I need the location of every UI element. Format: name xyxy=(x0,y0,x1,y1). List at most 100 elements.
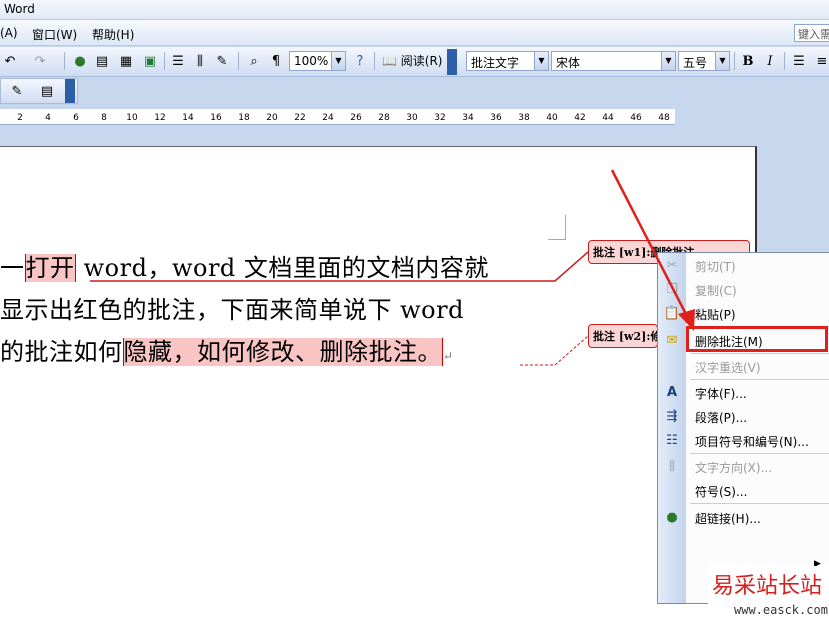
ruler-tick: 28 xyxy=(378,113,390,123)
ruler-tick: 22 xyxy=(294,113,306,123)
align-justify-icon[interactable]: ≡ xyxy=(812,51,829,71)
font-icon: A xyxy=(666,384,678,400)
ruler-tick: 48 xyxy=(658,113,670,123)
menu-item-label: 文字方向(X)... xyxy=(695,461,773,475)
menu-item-cut[interactable]: ✂ 剪切(T) xyxy=(658,253,829,277)
hyperlink-icon[interactable]: ● xyxy=(70,51,90,71)
menu-item-symbol[interactable]: 符号(S)... xyxy=(658,478,829,502)
ruler-tick: 16 xyxy=(210,113,222,123)
style-value: 批注文字 xyxy=(471,56,520,70)
menu-item-paste[interactable]: 📋 粘贴(P) xyxy=(658,301,829,325)
document-map-icon[interactable]: ✎ xyxy=(212,51,232,71)
reading-icon[interactable]: ⌕ xyxy=(244,51,264,71)
ruler-tick: 44 xyxy=(602,113,614,123)
ruler-tick: 36 xyxy=(490,113,502,123)
menu-item-bullets-numbering[interactable]: ☷ 项目符号和编号(N)... xyxy=(658,428,829,452)
style-select[interactable]: 批注文字 ▼ xyxy=(466,51,549,71)
line3-prefix: 的批注如何 xyxy=(0,338,123,366)
help-icon[interactable]: ? xyxy=(350,51,370,71)
track-changes-icon[interactable]: ✎ xyxy=(7,81,27,101)
chevron-down-icon[interactable]: ▼ xyxy=(331,52,345,70)
tables-borders-icon[interactable]: ▤ xyxy=(92,51,112,71)
text-direction-icon: ⫼ xyxy=(669,458,675,474)
redo-icon[interactable]: ↷ xyxy=(30,51,50,71)
paragraph-mark-icon: ↵ xyxy=(443,349,454,363)
chevron-down-icon[interactable]: ▼ xyxy=(661,52,675,70)
menu-item-label: 超链接(H)... xyxy=(695,512,761,526)
drawing-icon[interactable]: ⫼ xyxy=(190,51,210,71)
ruler-tick: 26 xyxy=(350,113,362,123)
context-menu: ✂ 剪切(T) ❐ 复制(C) 📋 粘贴(P) ✉ 删除批注(M) 汉字重选(V… xyxy=(657,252,829,604)
menu-item-font[interactable]: A 字体(F)... xyxy=(658,380,829,404)
document-line-1[interactable]: 一打开 word，word 文档里面的文档内容就 xyxy=(0,248,489,283)
insert-excel-icon[interactable]: ▣ xyxy=(140,51,160,71)
menu-separator xyxy=(690,503,829,504)
ruler-tick: 34 xyxy=(462,113,474,123)
comment-balloon-2[interactable]: 批注 [w2]:修改 xyxy=(588,324,658,348)
menu-a[interactable]: (A) xyxy=(0,26,18,40)
delete-comment-icon: ✉ xyxy=(666,332,678,348)
menu-help[interactable]: 帮助(H) xyxy=(92,26,134,43)
toolbar-separator xyxy=(734,52,735,70)
title-bar: Word xyxy=(0,0,829,20)
ruler-tick: 30 xyxy=(406,113,418,123)
window-title: Word xyxy=(4,2,35,16)
help-search-input[interactable]: 键入需 xyxy=(794,24,829,42)
insert-table-icon[interactable]: ▦ xyxy=(116,51,136,71)
ruler-tick: 40 xyxy=(546,113,558,123)
ruler-tick: 42 xyxy=(574,113,586,123)
watermark-logo: 易采站长站 www.easck.com xyxy=(708,566,829,626)
ruler-tick: 38 xyxy=(518,113,530,123)
ruler-tick: 4 xyxy=(45,113,51,123)
ruler-tick: 18 xyxy=(238,113,250,123)
menu-item-paragraph[interactable]: ⇶ 段落(P)... xyxy=(658,404,829,428)
toolbar-separator xyxy=(374,52,375,70)
ruler-tick: 14 xyxy=(182,113,194,123)
menu-item-label: 汉字重选(V) xyxy=(695,361,761,375)
menu-item-hyperlink[interactable]: ● 超链接(H)... xyxy=(658,505,829,529)
comment-1-label: 批注 [w1]: xyxy=(593,246,651,259)
toolbar-options-grip[interactable] xyxy=(447,49,457,75)
ruler-tick: 46 xyxy=(630,113,642,123)
document-page[interactable] xyxy=(0,146,757,626)
font-value: 宋体 xyxy=(556,56,581,70)
zoom-select[interactable]: 100% ▼ xyxy=(289,51,346,71)
chevron-down-icon[interactable]: ▼ xyxy=(534,52,548,70)
font-select[interactable]: 宋体 ▼ xyxy=(551,51,676,71)
menu-item-reconvert[interactable]: 汉字重选(V) xyxy=(658,354,829,378)
document-line-2[interactable]: 显示出红色的批注，下面来简单说下 word xyxy=(0,290,464,325)
comment-anchor-1[interactable]: 打开 xyxy=(24,254,76,282)
ruler-tick: 12 xyxy=(154,113,166,123)
align-center-icon[interactable]: ☰ xyxy=(789,51,809,71)
comment-anchor-2[interactable]: 隐藏，如何修改、删除批注。 xyxy=(122,338,443,366)
horizontal-ruler[interactable]: 2 4 6 8 10 12 14 16 18 20 22 24 26 28 30… xyxy=(0,107,829,127)
chevron-down-icon[interactable]: ▼ xyxy=(715,52,729,70)
line1-prefix: 一 xyxy=(0,254,25,282)
italic-button[interactable]: I xyxy=(760,51,780,71)
menu-item-label: 符号(S)... xyxy=(695,485,748,499)
document-line-3[interactable]: 的批注如何隐藏，如何修改、删除批注。↵ xyxy=(0,332,454,367)
scissors-icon: ✂ xyxy=(666,257,678,273)
menu-item-copy[interactable]: ❐ 复制(C) xyxy=(658,277,829,301)
reviewing-toolbar: ✎ ▤ xyxy=(0,78,78,104)
undo-icon[interactable]: ↶ xyxy=(0,51,20,71)
bold-button[interactable]: B xyxy=(738,51,758,71)
insert-comment-icon[interactable]: ▤ xyxy=(37,81,57,101)
font-size-select[interactable]: 五号 ▼ xyxy=(678,51,730,71)
toolbar-separator xyxy=(238,52,239,70)
columns-icon[interactable]: ☰ xyxy=(168,51,188,71)
ruler-tick: 2 xyxy=(17,113,23,123)
menu-window[interactable]: 窗口(W) xyxy=(32,26,77,43)
show-formatting-icon[interactable]: ¶ xyxy=(266,51,286,71)
hyperlink-icon: ● xyxy=(666,509,678,525)
copy-icon: ❐ xyxy=(666,281,678,297)
menu-item-label: 粘贴(P) xyxy=(695,308,736,322)
toolbar-options-grip[interactable] xyxy=(65,79,75,103)
paragraph-icon: ⇶ xyxy=(666,408,678,424)
read-button[interactable]: 📖 阅读(R) xyxy=(382,52,442,69)
watermark-url: www.easck.com xyxy=(734,603,828,617)
ruler-tick: 24 xyxy=(322,113,334,123)
menu-item-text-direction[interactable]: ⫼ 文字方向(X)... xyxy=(658,454,829,478)
menu-item-label: 段落(P)... xyxy=(695,411,748,425)
watermark-name: 易采站长站 xyxy=(712,574,823,599)
